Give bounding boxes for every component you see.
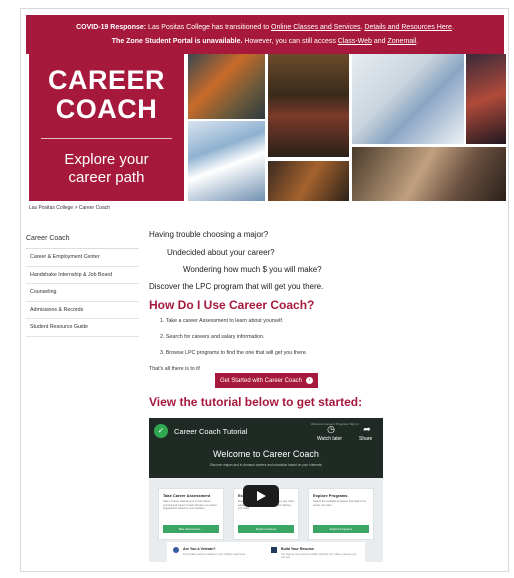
- question-major: Having trouble choosing a major?: [149, 230, 269, 239]
- photo-mechanic-tools: [188, 54, 265, 119]
- get-started-button[interactable]: Get Started with Career Coach ›: [215, 373, 318, 388]
- online-classes-link[interactable]: Online Classes and Services: [271, 24, 361, 31]
- photo-teamwork-hands: [352, 147, 506, 201]
- sidebar-item-career-employment[interactable]: Career & Employment Center: [26, 249, 139, 267]
- veteran-flag-icon: [173, 547, 179, 553]
- banner-zone-text: However, you can still access: [242, 38, 338, 45]
- covid-banner: COVID-19 Response: Las Positas College h…: [26, 15, 504, 54]
- step-1: 1. Take a career Assessment to learn abo…: [160, 318, 284, 324]
- banner-and: and: [371, 38, 388, 45]
- clock-icon[interactable]: ◷: [320, 424, 342, 435]
- photo-welder: [268, 54, 349, 157]
- photo-lab-equipment: [352, 54, 464, 144]
- hero-title-line1: CAREER: [47, 65, 165, 95]
- hero-divider: [41, 138, 172, 139]
- tutorial-video[interactable]: ✓ Career Coach Tutorial Welcome Careers …: [149, 418, 383, 562]
- card-desc: Search the available programs that lead …: [313, 500, 367, 507]
- share-icon[interactable]: ➦: [356, 424, 378, 435]
- step-2: 2. Search for careers and salary informa…: [160, 334, 265, 340]
- banner-covid-text: Las Positas College has transitioned to: [146, 24, 272, 31]
- resume-title: Build Your Resume: [281, 547, 314, 551]
- page-frame: COVID-19 Response: Las Positas College h…: [20, 8, 509, 572]
- video-title[interactable]: Career Coach Tutorial: [174, 427, 247, 436]
- question-career: Undecided about your career?: [167, 248, 275, 257]
- hero-subtitle-line2: career path: [68, 169, 145, 186]
- sidebar-item-admissions[interactable]: Admissions & Records: [26, 302, 139, 320]
- class-web-link[interactable]: Class-Web: [338, 38, 372, 45]
- video-card-assessment: Take Career Assessment Take a Career Ass…: [158, 488, 224, 540]
- card-button: Explore Programs: [313, 525, 369, 533]
- sidebar-item-resource-guide[interactable]: Student Resource Guide: [26, 319, 139, 337]
- video-bottom-panel: Are You a Veteran? Find civilian careers…: [167, 542, 365, 562]
- banner-covid-label: COVID-19 Response:: [76, 24, 147, 31]
- sidebar-heading[interactable]: Career Coach: [26, 233, 139, 249]
- video-header: ✓ Career Coach Tutorial Welcome Careers …: [149, 418, 383, 478]
- video-heading: Welcome to Career Coach: [213, 449, 319, 459]
- step-3: 3. Browse LPC programs to find the one t…: [160, 350, 308, 356]
- share-label[interactable]: Share: [359, 436, 372, 442]
- watch-later-label[interactable]: Watch later: [317, 436, 342, 442]
- get-started-label: Get Started with Career Coach: [219, 377, 303, 384]
- career-coach-logo: CAREER COACH Explore your career path: [29, 54, 184, 201]
- breadcrumb[interactable]: Las Positas College > Career Coach: [29, 205, 110, 211]
- question-salary: Wondering how much $ you will make?: [183, 265, 322, 274]
- sidebar-nav: Career Coach Career & Employment Center …: [26, 233, 139, 337]
- how-heading: How Do I Use Career Coach?: [149, 298, 315, 312]
- hero-title-line2: COACH: [55, 94, 158, 124]
- card-button: Explore Careers: [238, 525, 294, 533]
- photo-network-cables: [188, 121, 265, 201]
- career-coach-video-logo-icon: ✓: [154, 424, 168, 438]
- hero-subtitle-line1: Explore your: [64, 151, 149, 168]
- banner-end-2: .: [416, 38, 419, 45]
- resume-document-icon: [271, 547, 277, 553]
- tutorial-heading: View the tutorial below to get started:: [149, 395, 363, 409]
- resume-desc: Our step-by-step resume builder will hel…: [281, 553, 357, 560]
- sidebar-item-counseling[interactable]: Counseling: [26, 284, 139, 302]
- card-button: Take Assessment →: [163, 525, 219, 533]
- zonemail-link[interactable]: Zonemail: [387, 38, 416, 45]
- video-card-programs: Explore Programs Search the available pr…: [308, 488, 374, 540]
- card-title: Take Career Assessment: [163, 493, 211, 498]
- veteran-title: Are You a Veteran?: [183, 547, 216, 551]
- discover-text: Discover the LPC program that will get y…: [149, 282, 324, 291]
- sidebar-item-handshake[interactable]: Handshake Internship & Job Board: [26, 267, 139, 285]
- banner-zone-label: The Zone Student Portal is unavailable.: [111, 38, 243, 45]
- banner-end: .: [451, 24, 454, 31]
- details-resources-link[interactable]: Details and Resources Here: [364, 24, 452, 31]
- card-title: Explore Programs: [313, 493, 348, 498]
- photo-chemistry: [466, 54, 506, 144]
- veteran-desc: Find civilian careers related to your mi…: [183, 553, 246, 556]
- card-desc: Take a Career Assessment to learn about …: [163, 500, 217, 511]
- play-button-icon[interactable]: [243, 485, 279, 507]
- hero-subtitle: Explore your career path: [29, 151, 184, 187]
- chevron-right-icon: ›: [306, 377, 314, 384]
- video-subheading: Discover majors and in-demand careers an…: [209, 463, 323, 467]
- photo-electronics: [268, 161, 349, 201]
- hero-title: CAREER COACH: [29, 66, 184, 124]
- all-there-text: That's all there is to it!: [149, 366, 201, 372]
- hero-banner: CAREER COACH Explore your career path: [29, 54, 506, 202]
